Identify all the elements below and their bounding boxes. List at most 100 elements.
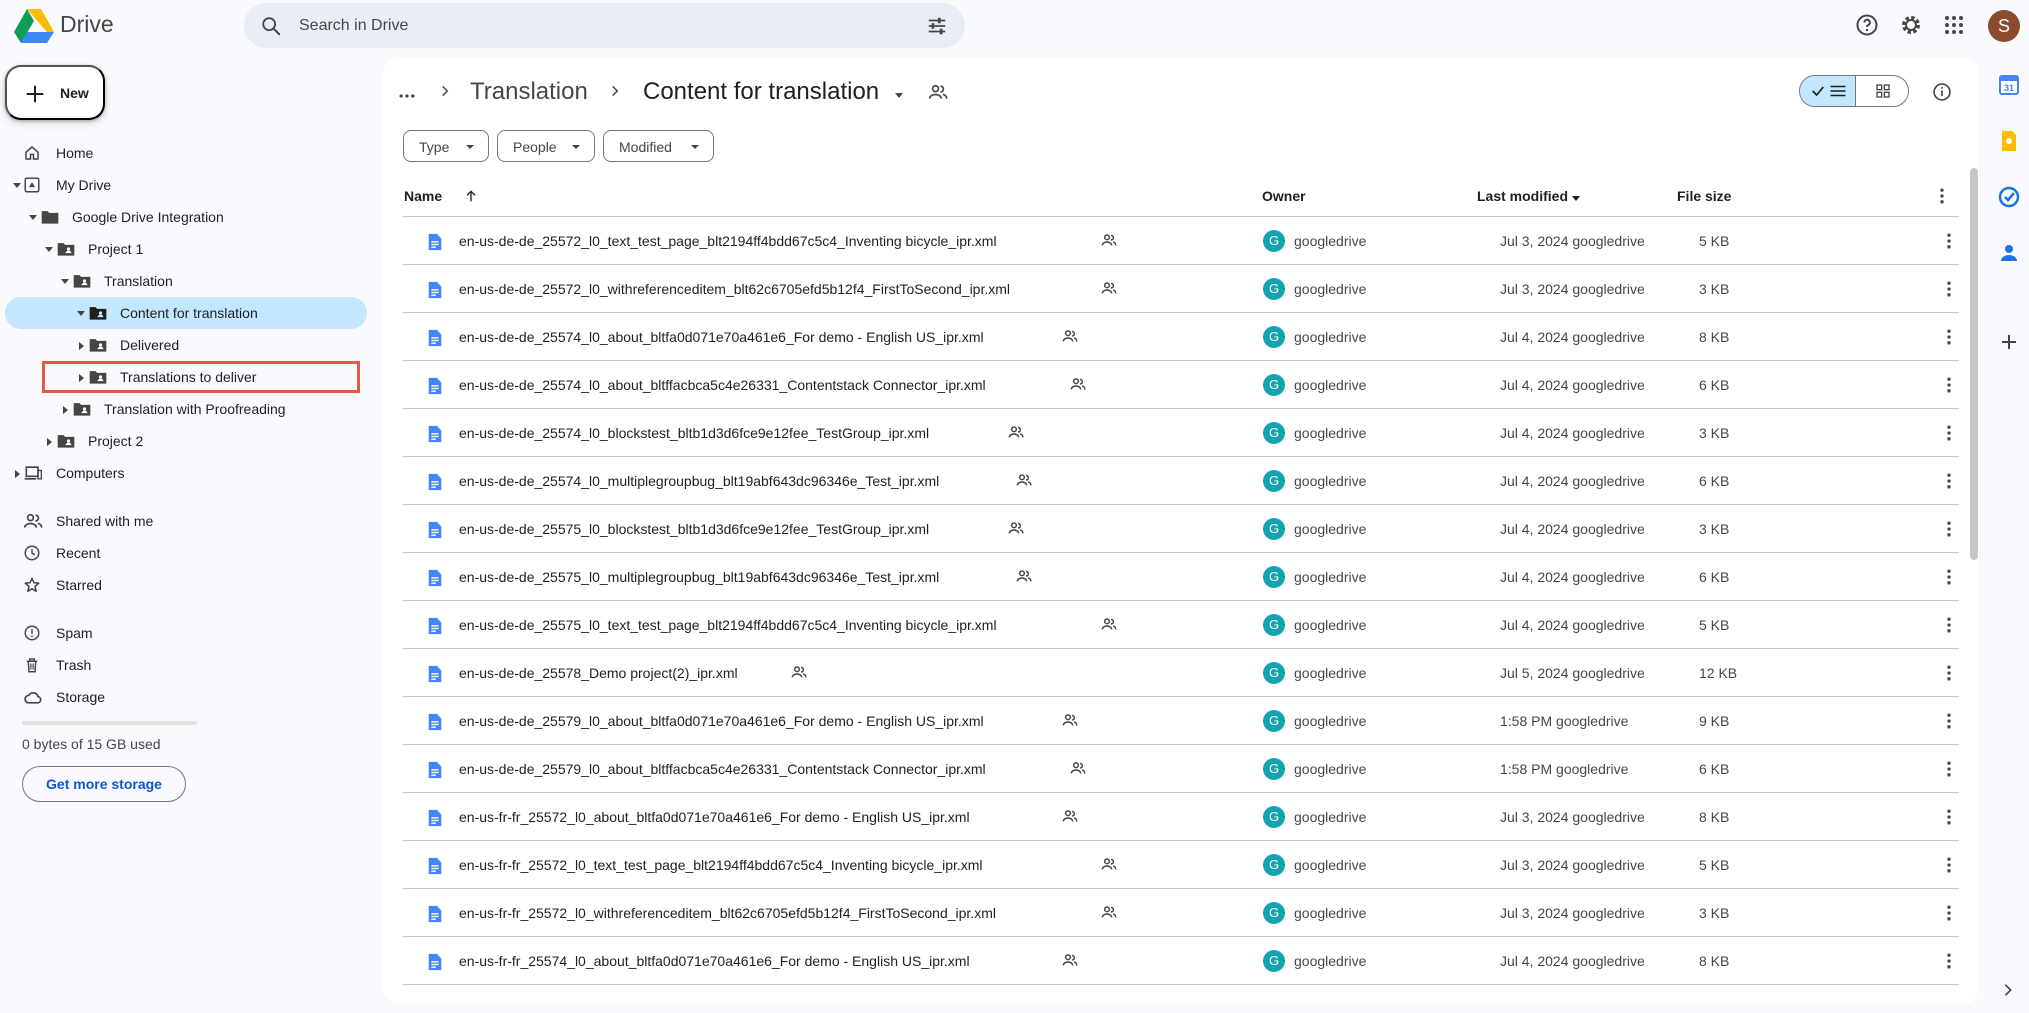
account-avatar[interactable]: S xyxy=(1988,10,2020,42)
more-actions-icon[interactable] xyxy=(1939,519,1959,539)
nav-folder-google-drive-integration[interactable]: Google Drive Integration xyxy=(5,201,367,233)
more-actions-icon[interactable] xyxy=(1939,423,1959,443)
table-row[interactable]: en-us-de-de_25575_l0_multiplegroupbug_bl… xyxy=(403,553,1959,601)
file-name[interactable]: en-us-de-de_25575_l0_multiplegroupbug_bl… xyxy=(459,569,939,585)
more-actions-icon[interactable] xyxy=(1939,327,1959,347)
table-row[interactable]: en-us-fr-fr_25574_l0_about_bltfa0d071e70… xyxy=(403,937,1959,985)
shared-people-icon[interactable] xyxy=(928,82,948,102)
column-header-file-size[interactable]: File size xyxy=(1677,188,1731,204)
file-name[interactable]: en-us-de-de_25572_l0_withreferenceditem_… xyxy=(459,281,1010,297)
table-row[interactable]: en-us-de-de_25574_l0_multiplegroupbug_bl… xyxy=(403,457,1959,505)
breadcrumb-parent[interactable]: Translation xyxy=(470,78,588,106)
column-header-name[interactable]: Name xyxy=(404,188,442,204)
table-row[interactable]: en-us-de-de_25578_Demo project(2)_ipr.xm… xyxy=(403,649,1959,697)
more-actions-icon[interactable] xyxy=(1939,807,1959,827)
file-name[interactable]: en-us-fr-fr_25572_l0_about_bltfa0d071e70… xyxy=(459,809,970,825)
breadcrumb-current[interactable]: Content for translation xyxy=(643,78,879,106)
column-header-owner[interactable]: Owner xyxy=(1262,188,1306,204)
nav-folder-translation[interactable]: Translation xyxy=(5,265,367,297)
nav-storage[interactable]: Storage xyxy=(5,681,367,713)
table-row[interactable]: en-us-de-de_25579_l0_about_bltffacbca5c4… xyxy=(403,745,1959,793)
file-name[interactable]: en-us-fr-fr_25572_l0_withreferenceditem_… xyxy=(459,905,996,921)
folder-menu-caret-icon[interactable] xyxy=(893,89,905,101)
sort-ascending-icon[interactable] xyxy=(463,187,479,205)
nav-trash[interactable]: Trash xyxy=(5,649,367,681)
drive-logo-icon[interactable] xyxy=(14,6,54,44)
chevron-right-icon[interactable] xyxy=(2000,982,2016,998)
search-options-icon[interactable] xyxy=(926,15,948,37)
file-name[interactable]: en-us-de-de_25574_l0_blockstest_bltb1d3d… xyxy=(459,425,929,441)
tasks-icon[interactable] xyxy=(1997,185,2021,209)
column-options-icon[interactable] xyxy=(1932,186,1952,206)
file-name[interactable]: en-us-de-de_25574_l0_about_bltfa0d071e70… xyxy=(459,329,984,345)
more-actions-icon[interactable] xyxy=(1939,375,1959,395)
more-actions-icon[interactable] xyxy=(1939,711,1959,731)
get-more-storage-button[interactable]: Get more storage xyxy=(22,766,186,802)
collapse-caret-icon[interactable] xyxy=(13,183,21,188)
more-actions-icon[interactable] xyxy=(1939,951,1959,971)
nav-starred[interactable]: Starred xyxy=(5,569,367,601)
nav-folder-translation-with-proofreading[interactable]: Translation with Proofreading xyxy=(5,393,367,425)
more-actions-icon[interactable] xyxy=(1939,615,1959,635)
more-actions-icon[interactable] xyxy=(1939,663,1959,683)
expand-caret-icon[interactable] xyxy=(47,438,52,446)
list-layout-button[interactable] xyxy=(1800,76,1855,106)
table-row[interactable]: en-us-fr-fr_25572_l0_withreferenceditem_… xyxy=(403,889,1959,937)
nav-folder-content-for-translation[interactable]: Content for translation xyxy=(5,297,367,329)
nav-folder-project-1[interactable]: Project 1 xyxy=(5,233,367,265)
expand-caret-icon[interactable] xyxy=(63,406,68,414)
more-actions-icon[interactable] xyxy=(1939,855,1959,875)
file-name[interactable]: en-us-fr-fr_25572_l0_text_test_page_blt2… xyxy=(459,857,983,873)
nav-spam[interactable]: Spam xyxy=(5,617,367,649)
file-name[interactable]: en-us-de-de_25579_l0_about_bltffacbca5c4… xyxy=(459,761,986,777)
search-input[interactable] xyxy=(299,3,859,48)
more-actions-icon[interactable] xyxy=(1939,231,1959,251)
nav-folder-project-2[interactable]: Project 2 xyxy=(5,425,367,457)
table-row[interactable]: en-us-de-de_25574_l0_blockstest_bltb1d3d… xyxy=(403,409,1959,457)
file-name[interactable]: en-us-de-de_25575_l0_text_test_page_blt2… xyxy=(459,617,997,633)
more-actions-icon[interactable] xyxy=(1939,279,1959,299)
info-icon[interactable] xyxy=(1932,82,1952,102)
column-header-last-modified[interactable]: Last modified xyxy=(1477,188,1568,204)
calendar-icon[interactable]: 31 xyxy=(1997,73,2021,97)
file-name[interactable]: en-us-de-de_25572_l0_text_test_page_blt2… xyxy=(459,233,997,249)
collapse-caret-icon[interactable] xyxy=(61,279,69,284)
file-name[interactable]: en-us-fr-fr_25574_l0_about_bltfa0d071e70… xyxy=(459,953,970,969)
nav-recent[interactable]: Recent xyxy=(5,537,367,569)
more-folders-icon[interactable] xyxy=(397,86,417,106)
table-row[interactable]: en-us-de-de_25575_l0_text_test_page_blt2… xyxy=(403,601,1959,649)
collapse-caret-icon[interactable] xyxy=(45,247,53,252)
add-addon-icon[interactable] xyxy=(1997,330,2021,354)
nav-my-drive[interactable]: My Drive xyxy=(5,169,367,201)
nav-home[interactable]: Home xyxy=(5,137,367,169)
vertical-scrollbar[interactable] xyxy=(1970,168,1978,560)
file-name[interactable]: en-us-de-de_25578_Demo project(2)_ipr.xm… xyxy=(459,665,738,681)
table-row[interactable]: en-us-de-de_25579_l0_about_bltfa0d071e70… xyxy=(403,697,1959,745)
more-actions-icon[interactable] xyxy=(1939,471,1959,491)
nav-shared-with-me[interactable]: Shared with me xyxy=(5,505,367,537)
collapse-caret-icon[interactable] xyxy=(77,311,85,316)
contacts-icon[interactable] xyxy=(1997,241,2021,265)
more-actions-icon[interactable] xyxy=(1939,759,1959,779)
nav-folder-delivered[interactable]: Delivered xyxy=(5,329,367,361)
more-actions-icon[interactable] xyxy=(1939,903,1959,923)
file-name[interactable]: en-us-de-de_25574_l0_multiplegroupbug_bl… xyxy=(459,473,939,489)
sort-descending-caret-icon[interactable] xyxy=(1570,192,1582,204)
new-button[interactable]: New xyxy=(5,65,105,120)
table-row[interactable]: en-us-de-de_25574_l0_about_bltfa0d071e70… xyxy=(403,313,1959,361)
grid-layout-button[interactable] xyxy=(1855,76,1908,106)
table-row[interactable]: en-us-de-de_25572_l0_withreferenceditem_… xyxy=(403,265,1959,313)
table-row[interactable]: en-us-de-de_25575_l0_blockstest_bltb1d3d… xyxy=(403,505,1959,553)
brand-name[interactable]: Drive xyxy=(60,11,114,38)
search-icon[interactable] xyxy=(260,15,282,37)
nav-computers[interactable]: Computers xyxy=(5,457,367,489)
file-name[interactable]: en-us-de-de_25574_l0_about_bltffacbca5c4… xyxy=(459,377,986,393)
expand-caret-icon[interactable] xyxy=(79,342,84,350)
type-filter-chip[interactable]: Type xyxy=(403,130,489,162)
collapse-caret-icon[interactable] xyxy=(29,215,37,220)
table-row[interactable]: en-us-fr-fr_25572_l0_text_test_page_blt2… xyxy=(403,841,1959,889)
settings-icon[interactable] xyxy=(1899,13,1923,37)
keep-icon[interactable] xyxy=(1997,129,2021,153)
expand-caret-icon[interactable] xyxy=(15,470,20,478)
more-actions-icon[interactable] xyxy=(1939,567,1959,587)
